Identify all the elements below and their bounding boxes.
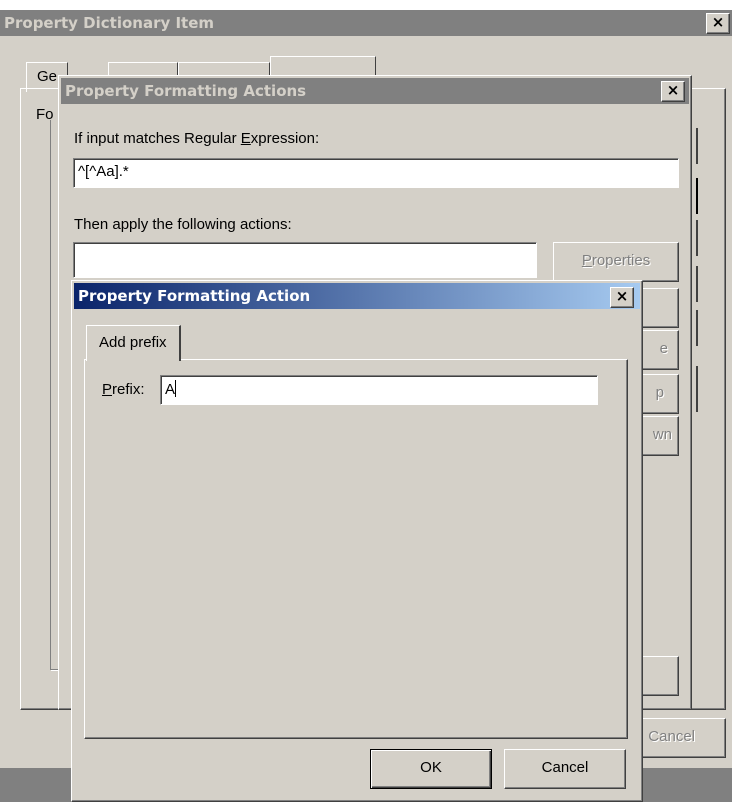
close-button[interactable]: × <box>661 81 685 102</box>
regex-label-text: If input matches Regular <box>74 130 241 147</box>
properties-button[interactable]: Properties <box>553 242 679 282</box>
regex-label: If input matches Regular Expression: <box>74 130 319 147</box>
text-cursor <box>175 380 177 397</box>
dialog-title: Property Formatting Actions <box>65 82 307 100</box>
ok-button[interactable]: OK <box>370 749 492 789</box>
regex-label-text: xpression: <box>250 130 320 147</box>
cancel-button[interactable]: Cancel <box>504 749 626 789</box>
prefix-label: Prefix: <box>102 381 145 398</box>
actions-list[interactable] <box>73 242 537 278</box>
close-button[interactable]: × <box>610 287 634 308</box>
close-button[interactable]: × <box>706 13 730 34</box>
prefix-input[interactable]: A <box>160 375 598 405</box>
regex-value: ^[^Aa].* <box>78 163 129 180</box>
button-label: Cancel <box>541 759 589 776</box>
actions-label: Then apply the following actions: <box>74 216 292 233</box>
close-icon: × <box>615 287 629 305</box>
button-accel: P <box>581 252 592 269</box>
tab-page <box>84 359 628 739</box>
title-bar[interactable]: Property Dictionary Item × <box>0 10 732 36</box>
regex-input[interactable]: ^[^Aa].* <box>73 158 679 188</box>
close-icon: × <box>711 13 725 31</box>
tab-label: Ge <box>37 68 58 85</box>
regex-label-accel: E <box>240 130 251 147</box>
dialog-title: Property Formatting Action <box>78 287 311 305</box>
dialog-title: Property Dictionary Item <box>4 14 215 32</box>
button-label: OK <box>420 759 442 776</box>
group-box <box>50 120 58 670</box>
tab-add-prefix[interactable]: Add prefix <box>86 325 181 361</box>
button-label: e <box>659 340 668 357</box>
button-label: p <box>655 384 664 401</box>
prefix-label-text: refix: <box>112 381 145 398</box>
button-label: wn <box>652 426 672 443</box>
close-icon: × <box>666 81 680 99</box>
title-bar[interactable]: Property Formatting Action × <box>74 283 640 309</box>
title-bar[interactable]: Property Formatting Actions × <box>61 78 689 104</box>
property-formatting-action-dialog: Property Formatting Action × Add prefix … <box>71 280 643 802</box>
prefix-accel: P <box>102 381 113 398</box>
prefix-value: A <box>165 381 176 398</box>
tab-label: Add prefix <box>99 334 167 351</box>
button-label: roperties <box>591 252 651 269</box>
button-label: Cancel <box>648 728 695 745</box>
